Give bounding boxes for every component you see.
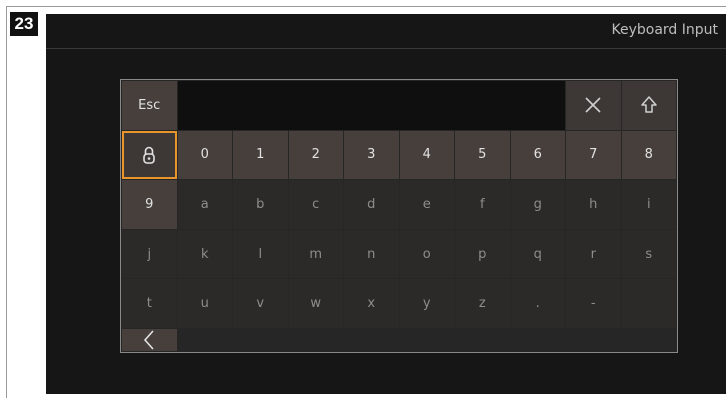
shift-arrow-icon [641,96,657,114]
key-blank[interactable] [621,279,676,328]
key-4[interactable]: 4 [399,130,454,180]
key-w[interactable]: w [288,279,343,328]
key-p[interactable]: p [455,229,510,279]
key-l[interactable]: l [233,229,288,279]
key-c[interactable]: c [288,180,343,229]
backspace-button[interactable] [122,328,177,351]
key-5[interactable]: 5 [455,130,510,180]
key-e[interactable]: e [399,180,454,229]
clear-button[interactable] [566,81,621,130]
key-hyphen[interactable]: - [566,279,621,328]
step-badge: 23 [10,12,38,36]
key-k[interactable]: k [177,229,232,279]
key-0[interactable]: 0 [177,130,232,180]
key-v[interactable]: v [233,279,288,328]
key-2[interactable]: 2 [288,130,343,180]
key-m[interactable]: m [288,229,343,279]
key-n[interactable]: n [344,229,399,279]
key-a[interactable]: a [177,180,232,229]
keyboard-screen: Keyboard Input Esc 0 1 2 3 4 5 6 7 8 9 a… [46,14,726,394]
page-title: Keyboard Input [611,22,718,38]
key-f[interactable]: f [455,180,510,229]
key-6[interactable]: 6 [510,130,565,180]
key-b[interactable]: b [233,180,288,229]
close-icon [585,97,601,113]
key-r[interactable]: r [566,229,621,279]
shift-button[interactable] [621,81,676,130]
esc-key[interactable]: Esc [122,81,177,130]
key-t[interactable]: t [122,279,177,328]
key-z[interactable]: z [455,279,510,328]
key-h[interactable]: h [566,180,621,229]
key-g[interactable]: g [510,180,565,229]
key-period[interactable]: . [510,279,565,328]
lock-button[interactable] [122,130,177,180]
key-u[interactable]: u [177,279,232,328]
key-s[interactable]: s [621,229,676,279]
on-screen-keyboard: Esc 0 1 2 3 4 5 6 7 8 9 a b c d e f g h … [120,79,678,353]
chevron-left-icon [144,330,154,350]
key-1[interactable]: 1 [233,130,288,180]
key-x[interactable]: x [344,279,399,328]
key-q[interactable]: q [510,229,565,279]
text-input-field[interactable] [177,81,565,130]
key-y[interactable]: y [399,279,454,328]
key-8[interactable]: 8 [621,130,676,180]
key-i[interactable]: i [621,180,676,229]
key-o[interactable]: o [399,229,454,279]
key-7[interactable]: 7 [566,130,621,180]
key-3[interactable]: 3 [344,130,399,180]
key-j[interactable]: j [122,229,177,279]
title-bar: Keyboard Input [46,14,726,49]
padlock-icon [143,146,156,164]
key-9[interactable]: 9 [122,180,177,229]
key-d[interactable]: d [344,180,399,229]
